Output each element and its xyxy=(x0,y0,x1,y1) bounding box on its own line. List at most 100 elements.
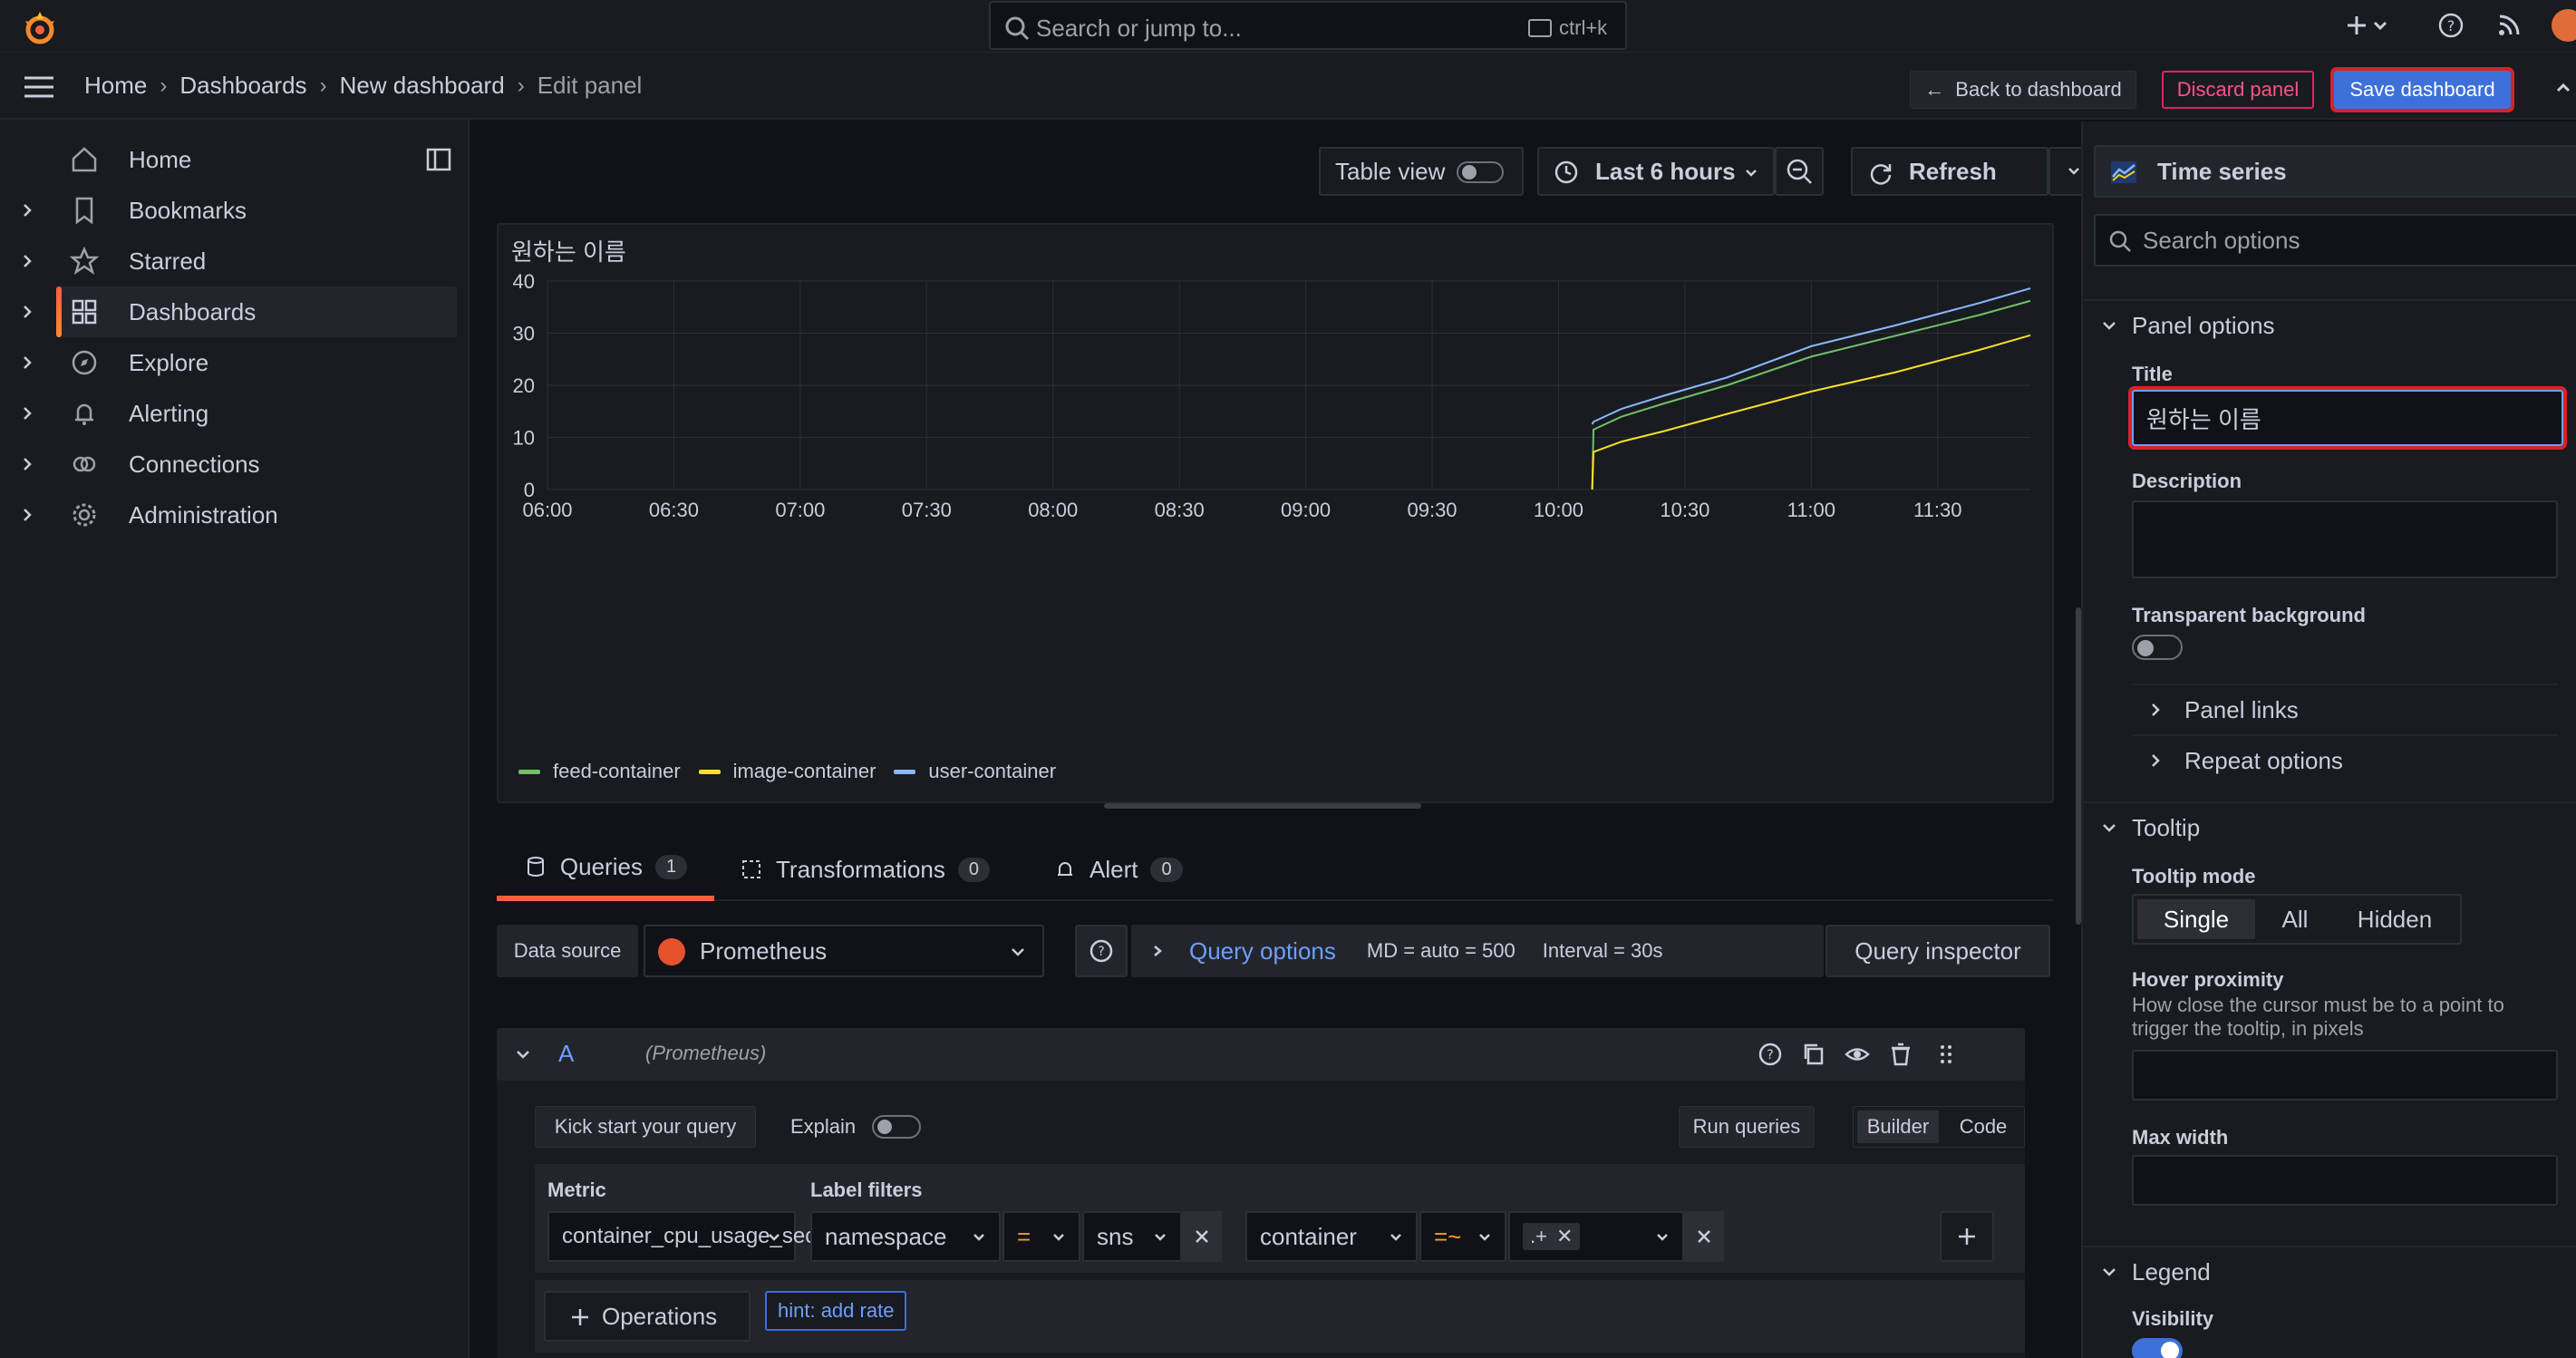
filter-label-select[interactable]: container xyxy=(1245,1211,1418,1262)
panel-title-input[interactable]: 원하는 이름 xyxy=(2128,386,2567,450)
datasource-select[interactable]: Prometheus xyxy=(644,925,1044,977)
filter-operator-value: =~ xyxy=(1434,1222,1462,1250)
rss-icon[interactable] xyxy=(2494,11,2523,40)
code-mode-button[interactable]: Code xyxy=(1942,1107,2024,1147)
grafana-logo-icon[interactable] xyxy=(20,8,60,48)
hamburger-menu-icon[interactable] xyxy=(23,74,55,100)
tab-queries[interactable]: Queries 1 xyxy=(497,838,714,901)
remove-filter-button[interactable] xyxy=(1182,1211,1222,1262)
breadcrumb-dashboards[interactable]: Dashboards xyxy=(179,72,306,100)
legend-item-feed-container[interactable]: feed-container xyxy=(518,760,681,783)
search-options-input[interactable]: Search options xyxy=(2094,214,2576,267)
legend-item-user-container[interactable]: user-container xyxy=(894,760,1056,783)
hint-add-rate-button[interactable]: hint: add rate xyxy=(765,1291,907,1331)
help-icon[interactable]: ? xyxy=(2436,11,2465,40)
sidebar-item-alerting[interactable]: Alerting xyxy=(0,388,457,439)
chevron-down-icon xyxy=(1155,1234,1166,1241)
sidebar-item-dashboards[interactable]: Dashboards xyxy=(56,286,457,337)
max-width-input[interactable] xyxy=(2132,1155,2558,1206)
filter-operator-select[interactable]: = xyxy=(1002,1211,1080,1262)
chevron-up-icon[interactable] xyxy=(2554,78,2572,96)
tooltip-mode-all[interactable]: All xyxy=(2259,896,2331,943)
trash-icon[interactable] xyxy=(1887,1041,1914,1068)
chevron-right-icon[interactable] xyxy=(16,250,38,272)
back-to-dashboard-button[interactable]: ← Back to dashboard xyxy=(1910,71,2136,109)
time-series-chart[interactable]: 01020304006:00 06:30 07:00 07:30 08:00 08:30 0… xyxy=(499,225,2056,805)
remove-filter-button[interactable] xyxy=(1684,1211,1724,1262)
time-range-picker[interactable]: Last 6 hours xyxy=(1537,147,1775,196)
section-tooltip[interactable]: Tooltip xyxy=(2083,801,2576,852)
breadcrumb-home[interactable]: Home xyxy=(84,72,147,100)
metric-select[interactable]: container_cpu_usage_seconds_total xyxy=(547,1211,916,1262)
legend-visibility-toggle[interactable] xyxy=(2132,1338,2183,1358)
add-filter-button[interactable] xyxy=(1940,1211,1994,1262)
visualization-picker[interactable]: Time series xyxy=(2094,145,2576,198)
sidebar-item-home[interactable]: Home xyxy=(0,134,457,185)
query-ref-id[interactable]: A xyxy=(558,1040,574,1068)
legend-item-image-container[interactable]: image-container xyxy=(698,760,876,783)
x-tick-label: 08:00 xyxy=(1028,499,1078,521)
chevron-right-icon[interactable] xyxy=(16,504,38,526)
drag-handle-icon[interactable] xyxy=(1932,1041,1960,1068)
table-view-switch[interactable] xyxy=(1457,161,1504,183)
section-legend[interactable]: Legend xyxy=(2083,1246,2576,1296)
max-data-points: MD = auto = 500 xyxy=(1366,939,1516,962)
datasource-help-button[interactable]: ? xyxy=(1075,925,1128,977)
sidebar-item-bookmarks[interactable]: Bookmarks xyxy=(0,185,457,236)
chevron-right-icon[interactable] xyxy=(16,199,38,221)
repeat-options-row[interactable]: Repeat options xyxy=(2132,734,2558,785)
discard-panel-button[interactable]: Discard panel xyxy=(2162,71,2314,109)
chevron-down-icon[interactable] xyxy=(2371,11,2389,40)
plus-icon[interactable] xyxy=(2342,11,2371,40)
chevron-down-icon xyxy=(2068,168,2079,175)
query-options-link[interactable]: Query options xyxy=(1189,937,1336,965)
search-bar[interactable]: Search or jump to... ctrl+k xyxy=(989,1,1627,50)
eye-icon[interactable] xyxy=(1844,1041,1871,1068)
tab-transformations[interactable]: Transformations 0 xyxy=(740,838,990,901)
tooltip-mode-single[interactable]: Single xyxy=(2137,899,2255,939)
panel-preview[interactable]: 0 10 20 30 40 06:00 06:30 07:00 07:30 08:00 08:30 0… xyxy=(497,223,2054,803)
sidebar-item-connections[interactable]: Connections xyxy=(0,439,457,490)
legend-swatch xyxy=(518,769,540,774)
chevron-right-icon[interactable] xyxy=(16,403,38,424)
save-dashboard-button[interactable]: Save dashboard xyxy=(2330,67,2514,112)
filter-value-chip[interactable]: .+ ✕ xyxy=(1523,1223,1581,1250)
filter-value-select[interactable]: .+ ✕ xyxy=(1508,1211,1684,1262)
horizontal-scrollbar[interactable] xyxy=(1104,803,1421,809)
sidebar-item-explore[interactable]: Explore xyxy=(0,337,457,388)
copy-icon[interactable] xyxy=(1800,1041,1827,1068)
avatar[interactable] xyxy=(2552,9,2576,42)
add-operation-button[interactable]: Operations xyxy=(544,1291,751,1342)
query-options[interactable]: Query options MD = auto = 500 Interval =… xyxy=(1131,925,1824,977)
hover-proximity-input[interactable] xyxy=(2132,1050,2558,1101)
tooltip-mode-hidden[interactable]: Hidden xyxy=(2331,896,2458,943)
builder-mode-button[interactable]: Builder xyxy=(1857,1111,1939,1143)
chevron-down-icon[interactable] xyxy=(513,1044,533,1064)
help-icon[interactable]: ? xyxy=(1757,1041,1784,1068)
filter-label-select[interactable]: namespace xyxy=(810,1211,1001,1262)
panel-links-label: Panel links xyxy=(2184,695,2299,723)
section-title: Tooltip xyxy=(2132,813,2201,841)
panel-links-row[interactable]: Panel links xyxy=(2132,684,2558,734)
close-icon[interactable]: ✕ xyxy=(1556,1225,1573,1248)
zoom-out-button[interactable] xyxy=(1775,147,1824,196)
chevron-right-icon[interactable] xyxy=(16,453,38,475)
section-panel-options[interactable]: Panel options xyxy=(2083,299,2576,350)
sidebar-item-administration[interactable]: Administration xyxy=(0,490,457,540)
chevron-right-icon[interactable] xyxy=(16,352,38,373)
kick-start-query-button[interactable]: Kick start your query xyxy=(535,1106,756,1148)
transparent-background-toggle[interactable] xyxy=(2132,635,2183,660)
filter-value-select[interactable]: sns xyxy=(1082,1211,1182,1262)
filter-operator-select[interactable]: =~ xyxy=(1419,1211,1506,1262)
description-textarea[interactable] xyxy=(2132,500,2558,578)
sidebar-item-starred[interactable]: Starred xyxy=(0,236,457,286)
refresh-button[interactable]: Refresh xyxy=(1851,147,2048,196)
table-view-toggle[interactable]: Table view xyxy=(1319,147,1524,196)
query-inspector-button[interactable]: Query inspector xyxy=(1825,925,2050,977)
breadcrumb-new-dashboard[interactable]: New dashboard xyxy=(340,72,505,100)
run-queries-button[interactable]: Run queries xyxy=(1679,1106,1815,1148)
explain-toggle[interactable] xyxy=(872,1115,921,1139)
sidebar-item-label: Home xyxy=(129,145,192,173)
tab-alert[interactable]: Alert 0 xyxy=(1053,838,1183,901)
chevron-right-icon[interactable] xyxy=(16,301,38,323)
